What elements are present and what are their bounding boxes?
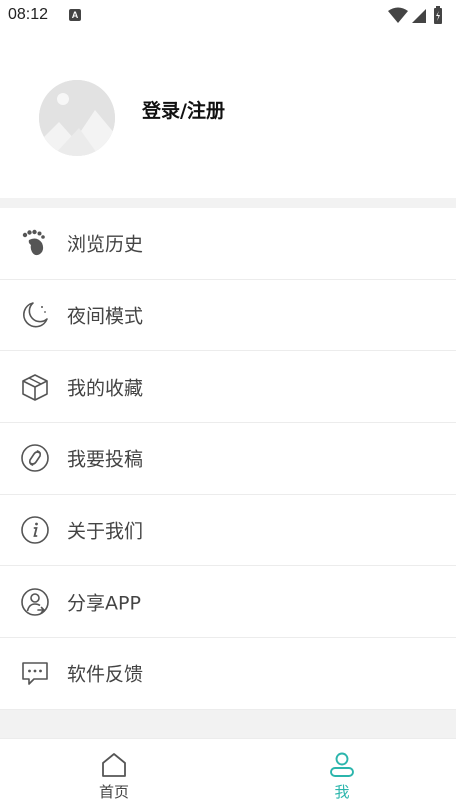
status-icons: [388, 6, 442, 24]
chat-icon: [22, 662, 48, 686]
menu-item-night-mode[interactable]: 夜间模式: [0, 279, 456, 352]
section-divider: [0, 198, 456, 208]
menu-item-label: 浏览历史: [67, 233, 144, 256]
link-icon: [21, 444, 49, 473]
moon-icon: [23, 302, 48, 328]
info-icon: [21, 516, 49, 544]
tab-home-label: 首页: [98, 783, 129, 801]
profile-header: 登录/注册: [0, 32, 456, 198]
menu-item-history[interactable]: 浏览历史: [0, 208, 456, 280]
user-icon: [330, 752, 354, 777]
menu-item-favorites[interactable]: 我的收藏: [0, 351, 456, 424]
home-icon: [102, 753, 126, 777]
status-bar: 08:12 A: [0, 0, 456, 32]
menu-item-share[interactable]: 分享APP: [0, 566, 456, 639]
menu-item-label: 我要投稿: [67, 448, 144, 471]
wifi-icon: [388, 7, 408, 23]
menu-item-label: 我的收藏: [67, 377, 144, 400]
menu-item-label: 分享APP: [67, 592, 141, 615]
section-divider: [0, 710, 456, 738]
menu-item-feedback[interactable]: 软件反馈: [0, 638, 456, 710]
bottom-tab-bar: 首页 我: [0, 738, 456, 810]
box-icon: [22, 373, 48, 401]
signal-icon: [412, 9, 426, 23]
menu-item-about[interactable]: 关于我们: [0, 494, 456, 567]
status-time: 08:12: [8, 6, 49, 23]
image-placeholder-icon: [39, 80, 115, 156]
share-icon: [21, 587, 49, 616]
menu-item-label: 夜间模式: [67, 305, 144, 328]
tab-me[interactable]: 我: [228, 739, 456, 810]
login-register-link[interactable]: 登录/注册: [142, 96, 225, 123]
menu-item-label: 软件反馈: [67, 663, 144, 686]
settings-menu: 浏览历史 夜间模式 我的收藏 我要投稿 关于我们 分享APP 软件反馈: [0, 208, 456, 710]
footprint-icon: [22, 230, 45, 256]
menu-item-label: 关于我们: [67, 520, 144, 543]
notification-icon: A: [69, 9, 81, 21]
menu-item-submit[interactable]: 我要投稿: [0, 423, 456, 495]
avatar[interactable]: [39, 80, 115, 156]
tab-me-label: 我: [334, 783, 350, 801]
tab-home[interactable]: 首页: [0, 739, 228, 810]
